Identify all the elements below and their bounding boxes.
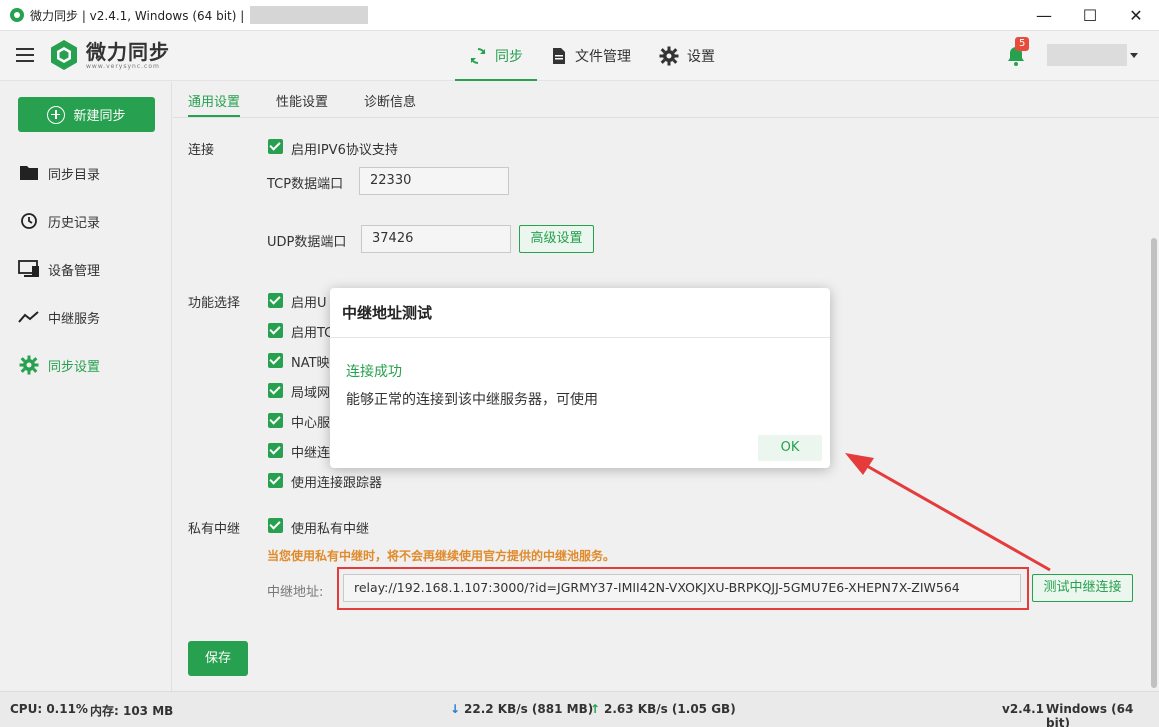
tab-diagnostics[interactable]: 诊断信息 [364, 91, 416, 110]
ok-button[interactable]: OK [758, 435, 822, 461]
relay-test-dialog: 中继地址测试 连接成功 能够正常的连接到该中继服务器，可使用 OK [330, 288, 830, 468]
nav-settings[interactable]: 设置 [645, 31, 729, 81]
sidebar-item-relay[interactable]: 中继服务 [18, 305, 100, 329]
maximize-button[interactable]: ☐ [1067, 0, 1113, 31]
feature-checkbox[interactable] [268, 383, 283, 398]
advanced-settings-button[interactable]: 高级设置 [519, 225, 594, 253]
sidebar-item-sync-folders[interactable]: 同步目录 [18, 161, 100, 185]
dialog-title: 中继地址测试 [330, 288, 830, 338]
sidebar-item-label: 同步设置 [48, 359, 101, 375]
private-relay-section-label: 私有中继 [188, 522, 241, 537]
gear-icon [659, 46, 679, 66]
app-header: 微力同步 www.verysync.com 同步 文件管理 设置 5 [0, 31, 1159, 81]
sync-icon [469, 47, 487, 65]
brand-logo-icon [51, 40, 77, 70]
tcp-port-label: TCP数据端口 [267, 177, 344, 192]
relay-icon [18, 307, 40, 327]
minimize-button[interactable]: — [1021, 0, 1067, 31]
top-nav: 同步 文件管理 设置 [455, 31, 729, 81]
feature-label: NAT映 [291, 356, 330, 371]
sidebar-item-label: 历史记录 [48, 215, 101, 231]
save-button[interactable]: 保存 [188, 641, 248, 676]
scrollbar-thumb[interactable] [1151, 238, 1157, 688]
connection-tracker-checkbox[interactable] [268, 473, 283, 488]
os-info: Windows (64 bit) [1046, 702, 1134, 727]
memory-usage: 内存: 103 MB [90, 704, 174, 718]
feature-checkbox[interactable] [268, 413, 283, 428]
plus-circle-icon [47, 105, 66, 124]
download-speed: 22.2 KB/s (881 MB) [464, 702, 594, 716]
feature-label: 中继连 [291, 446, 331, 461]
status-bar: CPU: 0.11% 内存: 103 MB ↓ 22.2 KB/s (881 M… [0, 691, 1159, 727]
sidebar-item-label: 同步目录 [48, 167, 101, 183]
sidebar-item-label: 中继服务 [48, 311, 101, 327]
nav-file-manager[interactable]: 文件管理 [537, 31, 645, 81]
sidebar-item-devices[interactable]: 设备管理 [18, 257, 100, 281]
connection-section-label: 连接 [188, 143, 215, 158]
connection-tracker-label: 使用连接跟踪器 [291, 476, 383, 491]
sidebar-item-label: 设备管理 [48, 263, 101, 279]
dialog-message: 能够正常的连接到该中继服务器，可使用 [346, 392, 598, 408]
redacted-area [250, 6, 369, 24]
tcp-port-input[interactable]: 22330 [359, 167, 509, 195]
private-relay-checkbox[interactable] [268, 518, 283, 533]
folder-icon [18, 163, 40, 183]
private-relay-label: 使用私有中继 [291, 522, 370, 537]
scrollbar[interactable] [1149, 118, 1159, 691]
app-version: v2.4.1 [1002, 702, 1044, 716]
brand-url: www.verysync.com [86, 62, 160, 70]
feature-checkbox[interactable] [268, 443, 283, 458]
nav-sync-label: 同步 [495, 49, 523, 65]
window-titlebar: 微力同步 | v2.4.1, Windows (64 bit) | — ☐ ✕ [0, 0, 1159, 31]
brand-name: 微力同步 [86, 39, 170, 64]
brand: 微力同步 www.verysync.com [48, 39, 170, 71]
gear-icon [18, 355, 40, 375]
nav-settings-label: 设置 [687, 49, 715, 65]
relay-address-highlight [337, 567, 1029, 610]
arrow-down-icon: ↓ [450, 702, 461, 716]
tab-general[interactable]: 通用设置 [188, 91, 241, 117]
sidebar: 新建同步 同步目录 历史记录 设备管理 中继服务 同步设置 [0, 82, 172, 691]
tab-performance[interactable]: 性能设置 [276, 91, 328, 110]
history-icon [18, 211, 40, 231]
close-button[interactable]: ✕ [1113, 0, 1159, 31]
feature-checkbox[interactable] [268, 353, 283, 368]
feature-label: 中心服 [291, 416, 331, 431]
menu-icon[interactable] [16, 48, 34, 62]
app-logo-icon [10, 8, 24, 22]
test-relay-button[interactable]: 测试中继连接 [1032, 574, 1133, 602]
window-title: 微力同步 | v2.4.1, Windows (64 bit) | [30, 8, 245, 23]
settings-tabs: 通用设置 性能设置 诊断信息 [173, 82, 1159, 118]
arrow-up-icon: ↑ [590, 702, 601, 716]
new-sync-label: 新建同步 [73, 109, 126, 124]
feature-section-label: 功能选择 [188, 296, 241, 311]
chevron-down-icon[interactable] [1130, 53, 1138, 58]
cpu-usage: CPU: 0.11% [10, 702, 88, 716]
udp-port-input[interactable]: 37426 [361, 225, 511, 253]
notification-badge: 5 [1015, 37, 1030, 51]
dialog-success-text: 连接成功 [346, 364, 402, 380]
sidebar-item-history[interactable]: 历史记录 [18, 209, 100, 233]
feature-checkbox[interactable] [268, 293, 283, 308]
feature-checkbox[interactable] [268, 323, 283, 338]
sidebar-item-sync-settings[interactable]: 同步设置 [18, 353, 100, 377]
private-relay-warning: 当您使用私有中继时，将不会再继续使用官方提供的中继池服务。 [267, 549, 616, 563]
device-icon [18, 259, 40, 279]
user-name-redacted[interactable] [1047, 44, 1127, 66]
nav-sync[interactable]: 同步 [455, 31, 537, 81]
feature-label: 启用TC [291, 326, 334, 341]
feature-label: 启用U [291, 296, 327, 311]
udp-port-label: UDP数据端口 [267, 235, 347, 250]
nav-file-manager-label: 文件管理 [575, 49, 631, 65]
ipv6-label: 启用IPV6协议支持 [291, 143, 398, 158]
ipv6-checkbox[interactable] [268, 139, 283, 154]
file-icon [551, 47, 567, 65]
feature-label: 局域网 [291, 386, 331, 401]
new-sync-button[interactable]: 新建同步 [18, 97, 155, 132]
relay-address-label: 中继地址: [267, 585, 324, 600]
upload-speed: 2.63 KB/s (1.05 GB) [604, 702, 736, 716]
